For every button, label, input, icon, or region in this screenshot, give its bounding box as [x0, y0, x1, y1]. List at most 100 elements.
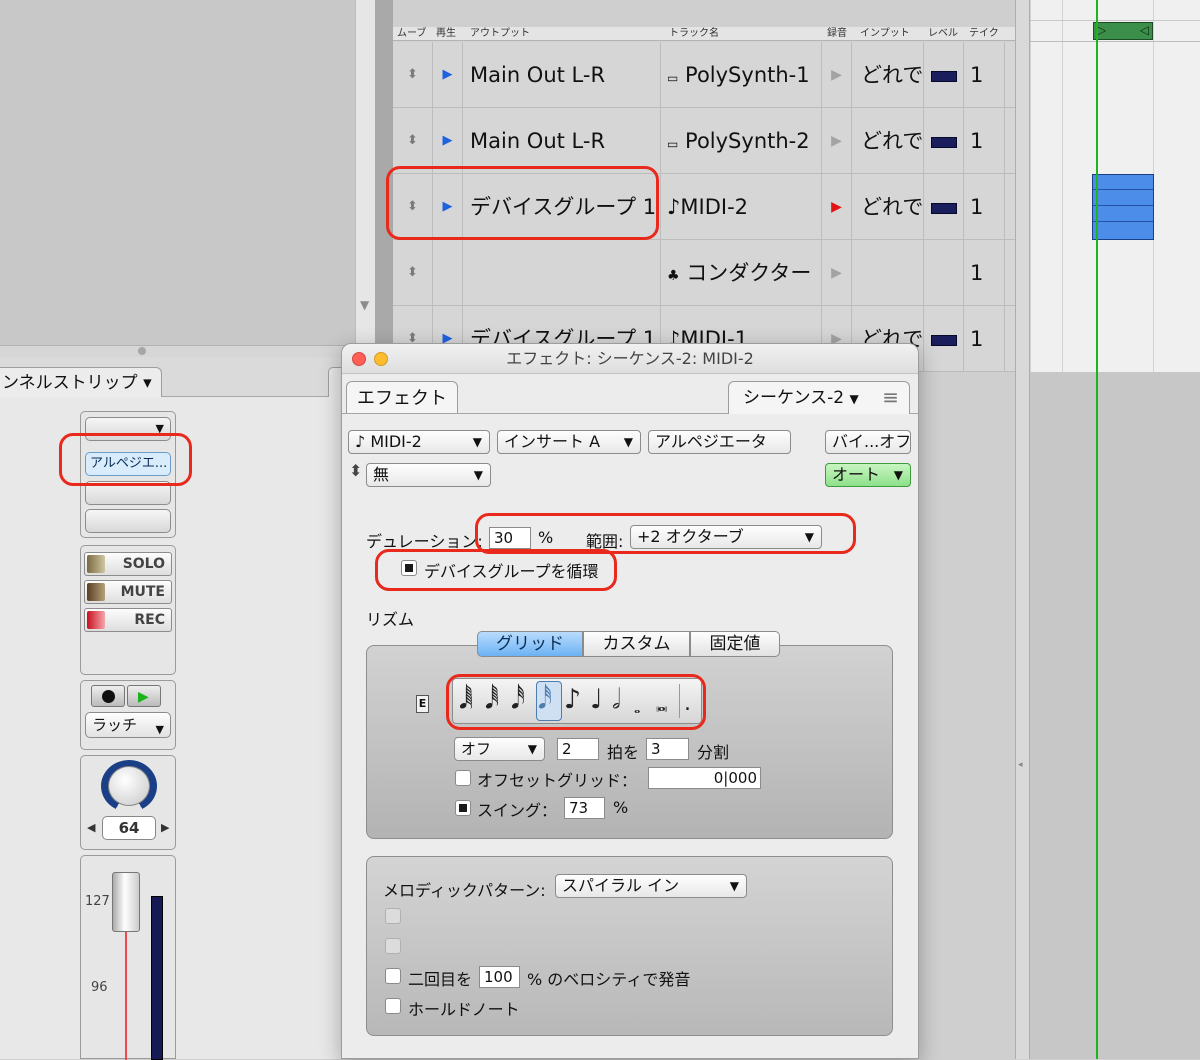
- pane-divider[interactable]: [375, 0, 393, 372]
- col-level[interactable]: レベル: [928, 27, 958, 41]
- record-enable-icon[interactable]: ▶: [822, 174, 852, 240]
- play-enable-icon[interactable]: ▶: [433, 174, 463, 240]
- swing-checkbox[interactable]: [455, 800, 471, 816]
- mute-button[interactable]: MUTE: [84, 580, 172, 604]
- plugin-name-button[interactable]: アルペジエータ: [648, 430, 791, 454]
- track-name-cell[interactable]: ♣ コンダクター: [661, 240, 822, 306]
- second-velocity-checkbox[interactable]: [385, 968, 401, 984]
- col-move[interactable]: ムーブ: [397, 27, 426, 41]
- col-take[interactable]: テイク: [969, 27, 999, 41]
- track-input[interactable]: どれで: [852, 42, 924, 108]
- track-name-cell[interactable]: ▭ PolySynth-2: [661, 108, 822, 174]
- duration-input[interactable]: 30: [489, 527, 531, 549]
- midi-clip[interactable]: [1092, 174, 1154, 240]
- tab-channel-strip[interactable]: ンネルストリップ ▾: [0, 367, 162, 397]
- dotted-note-icon[interactable]: .: [684, 684, 691, 724]
- track-name-cell[interactable]: ♪MIDI-2: [661, 174, 822, 240]
- move-handle-icon[interactable]: ⬍: [393, 108, 433, 174]
- move-handle-icon[interactable]: ⬍: [393, 174, 433, 240]
- dialog-titlebar[interactable]: エフェクト: シーケンス-2: MIDI-2: [342, 344, 918, 374]
- pan-value[interactable]: 64: [102, 816, 156, 840]
- pan-knob[interactable]: [108, 766, 150, 806]
- col-track-name[interactable]: トラック名: [669, 27, 719, 41]
- move-handle-icon[interactable]: ⬍: [393, 42, 433, 108]
- sixteenth-note-icon-selected[interactable]: 𝅘𝅥𝅰: [538, 680, 552, 720]
- sixteenth-note-icon-a[interactable]: 𝅘𝅥𝅰: [511, 680, 525, 720]
- bypass-button[interactable]: バイ...オフ: [825, 430, 911, 454]
- col-input[interactable]: インプット: [860, 27, 910, 41]
- track-row[interactable]: ⬍ ▶ Main Out L-R ▭ PolySynth-2 ▶ どれで 1: [393, 108, 1015, 174]
- fader-handle[interactable]: [112, 872, 140, 932]
- overview-scroll-strip[interactable]: ▼: [355, 0, 375, 345]
- beats-input[interactable]: 2: [557, 738, 599, 760]
- eighth-note-icon[interactable]: ♪: [564, 680, 581, 720]
- insert-select[interactable]: インサート A ▼: [497, 430, 641, 454]
- insert-slot-3[interactable]: [85, 509, 171, 533]
- divide-input[interactable]: 3: [646, 738, 689, 760]
- track-take[interactable]: 1: [964, 306, 1005, 372]
- track-output[interactable]: Main Out L-R: [463, 42, 661, 108]
- auto-button[interactable]: オート ▼: [825, 463, 911, 487]
- latch-dropdown[interactable]: ラッチ ▼: [85, 712, 171, 738]
- hold-note-checkbox[interactable]: [385, 998, 401, 1014]
- offset-grid-input[interactable]: 0|000: [648, 767, 761, 789]
- track-take[interactable]: 1: [964, 174, 1005, 240]
- record-enable-icon[interactable]: ▶: [822, 108, 852, 174]
- hamburger-menu-icon[interactable]: ≡: [882, 381, 899, 414]
- play-enable-icon[interactable]: ▶: [433, 42, 463, 108]
- melodic-pattern-select[interactable]: スパイラル イン ▼: [555, 874, 747, 898]
- track-select[interactable]: ♪ MIDI-2 ▼: [348, 430, 490, 454]
- record-enable-icon[interactable]: ▶: [822, 240, 852, 306]
- cycle-devices-checkbox[interactable]: [401, 560, 417, 576]
- second-velocity-input[interactable]: 100: [479, 966, 520, 988]
- swing-input[interactable]: 73: [564, 797, 605, 819]
- tab-effect[interactable]: エフェクト: [346, 381, 458, 414]
- track-take[interactable]: 1: [964, 42, 1005, 108]
- preset-select[interactable]: 無 ▼: [366, 463, 491, 487]
- offset-grid-checkbox[interactable]: [455, 770, 471, 786]
- track-row[interactable]: ⬍ ▶ デバイスグループ 1 ♪MIDI-2 ▶ どれで 1: [393, 174, 1015, 240]
- breve-note-icon[interactable]: 𝅜: [656, 684, 667, 724]
- tab-custom[interactable]: カスタム: [583, 631, 690, 657]
- e-toggle-button[interactable]: E: [416, 695, 429, 713]
- rec-button[interactable]: REC: [84, 608, 172, 632]
- preset-stepper-icon[interactable]: ⬍: [349, 461, 362, 480]
- track-input[interactable]: どれで: [852, 174, 924, 240]
- minimize-icon[interactable]: [374, 352, 388, 366]
- track-output[interactable]: Main Out L-R: [463, 108, 661, 174]
- whole-note-icon[interactable]: 𝅝: [634, 688, 640, 728]
- col-play[interactable]: 再生: [436, 27, 456, 41]
- tab-grid[interactable]: グリッド: [477, 631, 583, 657]
- track-take[interactable]: 1: [964, 240, 1005, 306]
- playhead[interactable]: [1096, 0, 1098, 1059]
- pan-right-icon[interactable]: ▶: [161, 821, 169, 834]
- quarter-note-icon[interactable]: ♩: [590, 680, 603, 720]
- col-output[interactable]: アウトプット: [470, 27, 530, 41]
- range-select[interactable]: +2 オクターブ ▼: [630, 525, 822, 549]
- scroll-down-icon[interactable]: ▼: [360, 298, 369, 312]
- tuplet-select[interactable]: オフ ▼: [454, 737, 545, 761]
- move-handle-icon[interactable]: ⬍: [393, 240, 433, 306]
- close-icon[interactable]: [352, 352, 366, 366]
- timeline-splitter[interactable]: ◂: [1015, 0, 1030, 1059]
- loop-region-marker[interactable]: ▷ ◁: [1093, 22, 1153, 40]
- track-row[interactable]: ⬍ ▶ Main Out L-R ▭ PolySynth-1 ▶ どれで 1: [393, 42, 1015, 108]
- play-enable-icon[interactable]: ▶: [433, 108, 463, 174]
- insert-slot-2[interactable]: [85, 481, 171, 505]
- record-enable-icon[interactable]: ▶: [822, 42, 852, 108]
- thirtysecond-note-icon[interactable]: 𝅘𝅥𝅱: [485, 680, 499, 720]
- track-input[interactable]: どれで: [852, 108, 924, 174]
- solo-button[interactable]: SOLO: [84, 552, 172, 576]
- sixtyfourth-note-icon[interactable]: 𝅘𝅥𝅲: [459, 680, 473, 720]
- track-row[interactable]: ⬍ ♣ コンダクター ▶ 1: [393, 240, 1015, 306]
- resize-handle[interactable]: [0, 345, 355, 357]
- insert-slot-arpeggiator[interactable]: アルペジエ...: [85, 452, 171, 476]
- record-automation-button[interactable]: [91, 685, 125, 707]
- half-note-icon[interactable]: 𝅗𝅥: [612, 680, 621, 720]
- insert-slot-empty[interactable]: ▼: [85, 417, 171, 441]
- pan-left-icon[interactable]: ◀: [87, 821, 95, 834]
- track-take[interactable]: 1: [964, 108, 1005, 174]
- tab-fixed[interactable]: 固定値: [690, 631, 780, 657]
- track-output[interactable]: デバイスグループ 1: [463, 174, 661, 240]
- col-record[interactable]: 録音: [827, 27, 847, 41]
